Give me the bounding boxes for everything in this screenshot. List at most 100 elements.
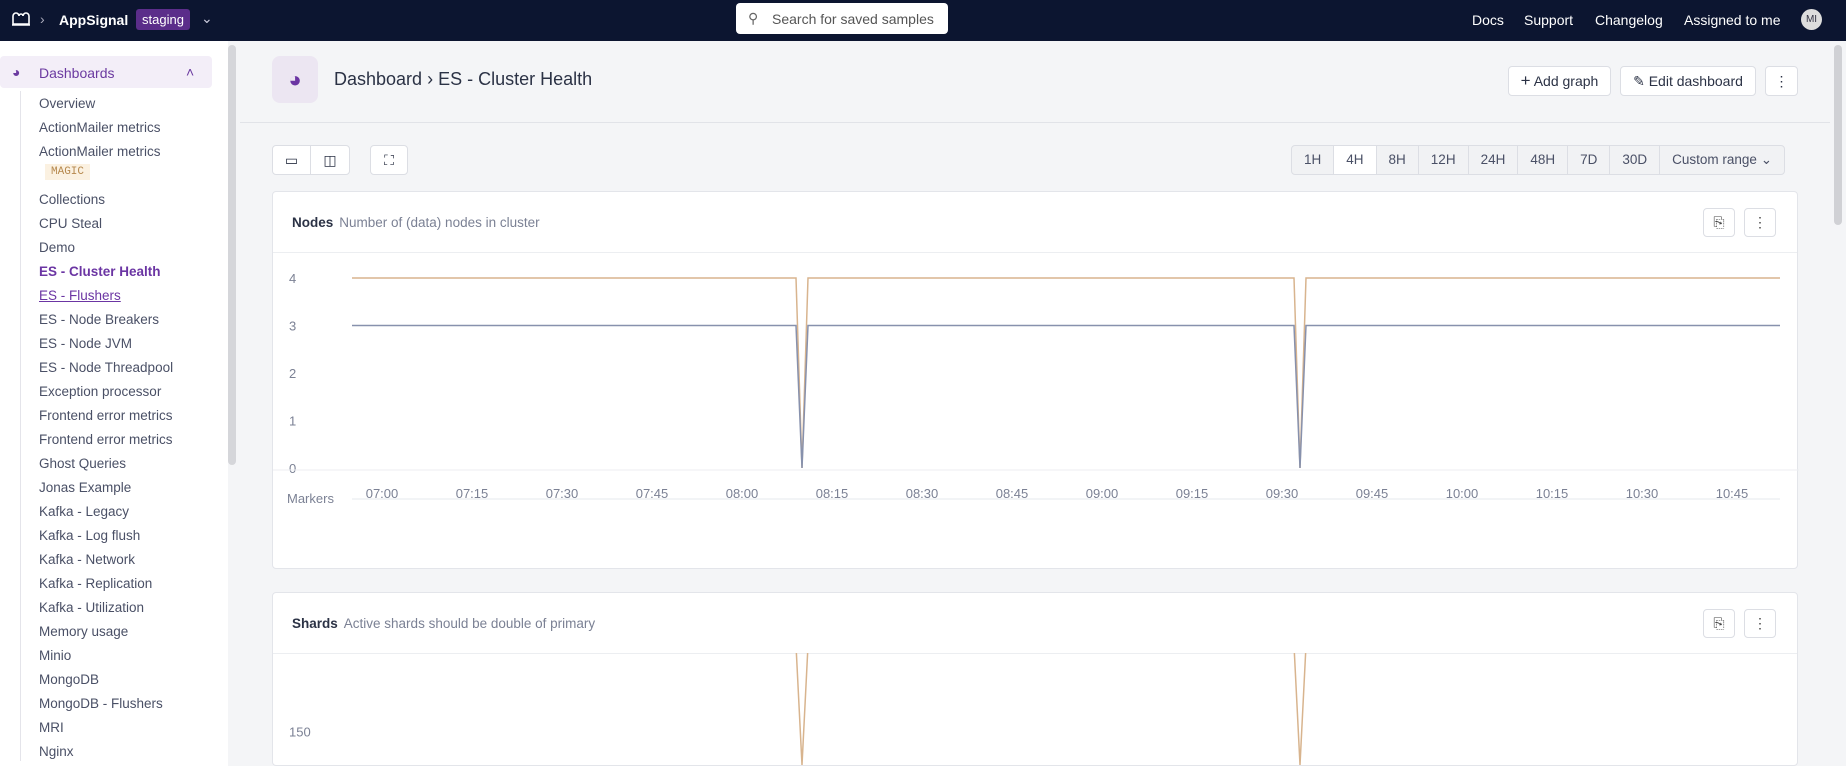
breadcrumb: Dashboard › ES - Cluster Health [334,69,592,90]
sidebar-item-label: Kafka - Utilization [39,600,145,615]
graph-title: Shards Active shards should be double of … [292,616,595,631]
more-options-icon[interactable]: ⋮ [1765,66,1798,96]
sidebar-item[interactable]: Demo [39,239,173,263]
sidebar-item[interactable]: Kafka - Log flush [39,527,173,551]
more-options-icon[interactable]: ⋮ [1744,609,1776,638]
chevron-right-icon: › [40,11,45,27]
sidebar-item-label: Kafka - Legacy [39,504,130,519]
edit-dashboard-button[interactable]: ✎ Edit dashboard [1620,66,1756,96]
environment-badge[interactable]: staging [136,9,190,30]
sidebar-section-dashboards[interactable]: ◕ Dashboards ˄ [0,56,212,88]
sidebar-item[interactable]: ES - Node Threadpool [39,359,173,383]
sidebar-item-label: MongoDB - Flushers [39,696,163,711]
sidebar-item-label: Frontend error metrics [39,432,173,447]
sidebar-item[interactable]: Frontend error metrics [39,407,173,431]
sidebar-scrollbar[interactable] [228,45,236,465]
link-support[interactable]: Support [1524,12,1573,28]
fullscreen-icon[interactable]: ⛶ [370,145,408,175]
sidebar-item[interactable]: ES - Node Breakers [39,311,173,335]
link-changelog[interactable]: Changelog [1595,12,1663,28]
time-range-48h[interactable]: 48H [1518,146,1569,174]
sidebar-item[interactable]: Kafka - Network [39,551,173,575]
sidebar-item[interactable]: Overview [39,95,173,119]
sidebar-item[interactable]: Frontend error metrics [39,431,173,455]
nodes-chart[interactable]: 0123407:00 07:15 07:30 07:45 08:00 08:15 08:30… [273,252,1799,570]
sidebar-item[interactable]: Ghost Queries [39,455,173,479]
edit-icon: ✎ [1633,73,1645,89]
sidebar-item[interactable]: Exception processor [39,383,173,407]
sidebar-item[interactable]: Minio [39,647,173,671]
chevron-down-icon[interactable]: ⌄ [201,10,213,27]
sidebar-item-label: ActionMailer metrics [39,120,161,135]
time-range-12h[interactable]: 12H [1419,146,1469,174]
sidebar-item[interactable]: ES - Node JVM [39,335,173,359]
sidebar-item[interactable]: Kafka - Replication [39,575,173,599]
sidebar-item[interactable]: ActionMailer metrics MAGIC [39,143,173,191]
graph-description: Number of (data) nodes in cluster [339,215,540,230]
sidebar-item[interactable]: Nginx [39,743,173,761]
sidebar-item[interactable]: Memory usage [39,623,173,647]
custom-range-dropdown[interactable]: Custom range ⌄ [1660,146,1784,174]
sidebar-item-label: Nginx [39,744,74,759]
sidebar-item-label: Kafka - Network [39,552,136,567]
search-placeholder: Search for saved samples [772,11,934,27]
sidebar-item-label: ES - Node Threadpool [39,360,174,375]
top-nav: › AppSignal staging ⌄ ⚲ Search for saved… [0,0,1846,41]
section-label: Dashboards [39,65,115,81]
sidebar-item[interactable]: Kafka - Legacy [39,503,173,527]
markers-label: Markers [287,491,334,506]
y-tick-label: 4 [289,271,296,286]
y-tick-label: 150 [289,725,311,740]
time-range-8h[interactable]: 8H [1377,146,1419,174]
sidebar-item[interactable]: ES - Flushers [39,287,173,311]
export-icon[interactable]: ⎘ [1703,609,1735,638]
sidebar-item-label: Overview [39,96,96,111]
sidebar-item[interactable]: CPU Steal [39,215,173,239]
time-range-4h[interactable]: 4H [1334,146,1377,174]
graph-description: Active shards should be double of primar… [343,616,596,631]
add-graph-label: Add graph [1533,73,1599,89]
sidebar-item[interactable]: Jonas Example [39,479,173,503]
graph-name: Nodes [292,215,334,230]
sidebar-item-label: Frontend error metrics [39,408,173,423]
search-icon: ⚲ [748,10,759,26]
breadcrumb-dashboard[interactable]: Dashboard [334,69,422,89]
more-options-icon[interactable]: ⋮ [1744,208,1776,237]
dashboard-list: Overview ActionMailer metrics ActionMailer… [39,95,173,761]
sidebar-item-label: Memory usage [39,624,129,639]
sidebar-item-label: ActionMailer metrics [39,144,161,159]
sidebar-item[interactable]: MRI [39,719,173,743]
export-icon[interactable]: ⎘ [1703,208,1735,237]
time-range-30d[interactable]: 30D [1610,146,1661,174]
app-name[interactable]: AppSignal [59,12,128,28]
sidebar: ◕ Dashboards ˄ Overview ActionMailer metr… [0,41,228,766]
main-scrollbar[interactable] [1834,45,1842,225]
sidebar-item-label: MongoDB [39,672,100,687]
layout-two-columns-icon[interactable]: ◫ [310,145,350,175]
add-graph-button[interactable]: + Add graph [1508,66,1611,96]
time-range-7d[interactable]: 7D [1568,146,1611,174]
sidebar-item[interactable]: Collections [39,191,173,215]
sidebar-item-label: Kafka - Replication [39,576,153,591]
magic-badge: MAGIC [45,164,91,180]
shards-chart[interactable]: 150 [273,653,1799,765]
link-assigned-to-me[interactable]: Assigned to me [1684,12,1781,28]
sidebar-item-label: MRI [39,720,64,735]
sidebar-item[interactable]: ActionMailer metrics [39,119,173,143]
link-docs[interactable]: Docs [1472,12,1504,28]
appsignal-logo-icon[interactable] [10,10,32,31]
time-range-24h[interactable]: 24H [1469,146,1519,174]
sidebar-item[interactable]: MongoDB [39,671,173,695]
search-input[interactable]: ⚲ Search for saved samples [736,3,948,34]
sidebar-item-label: CPU Steal [39,216,103,231]
graph-card-shards: Shards Active shards should be double of … [272,592,1798,766]
sidebar-item[interactable]: MongoDB - Flushers [39,695,173,719]
time-range-selector: 1H 4H 8H 12H 24H 48H 7D 30D Custom range ⌄ [1291,145,1785,175]
sidebar-item[interactable]: ES - Cluster Health [39,263,173,287]
page-title: ES - Cluster Health [438,69,593,89]
avatar[interactable]: MI [1801,9,1822,30]
layout-single-column-icon[interactable]: ▭ [272,145,311,175]
sidebar-item[interactable]: Kafka - Utilization [39,599,173,623]
time-range-1h[interactable]: 1H [1292,146,1335,174]
sidebar-item-label: Kafka - Log flush [39,528,141,543]
